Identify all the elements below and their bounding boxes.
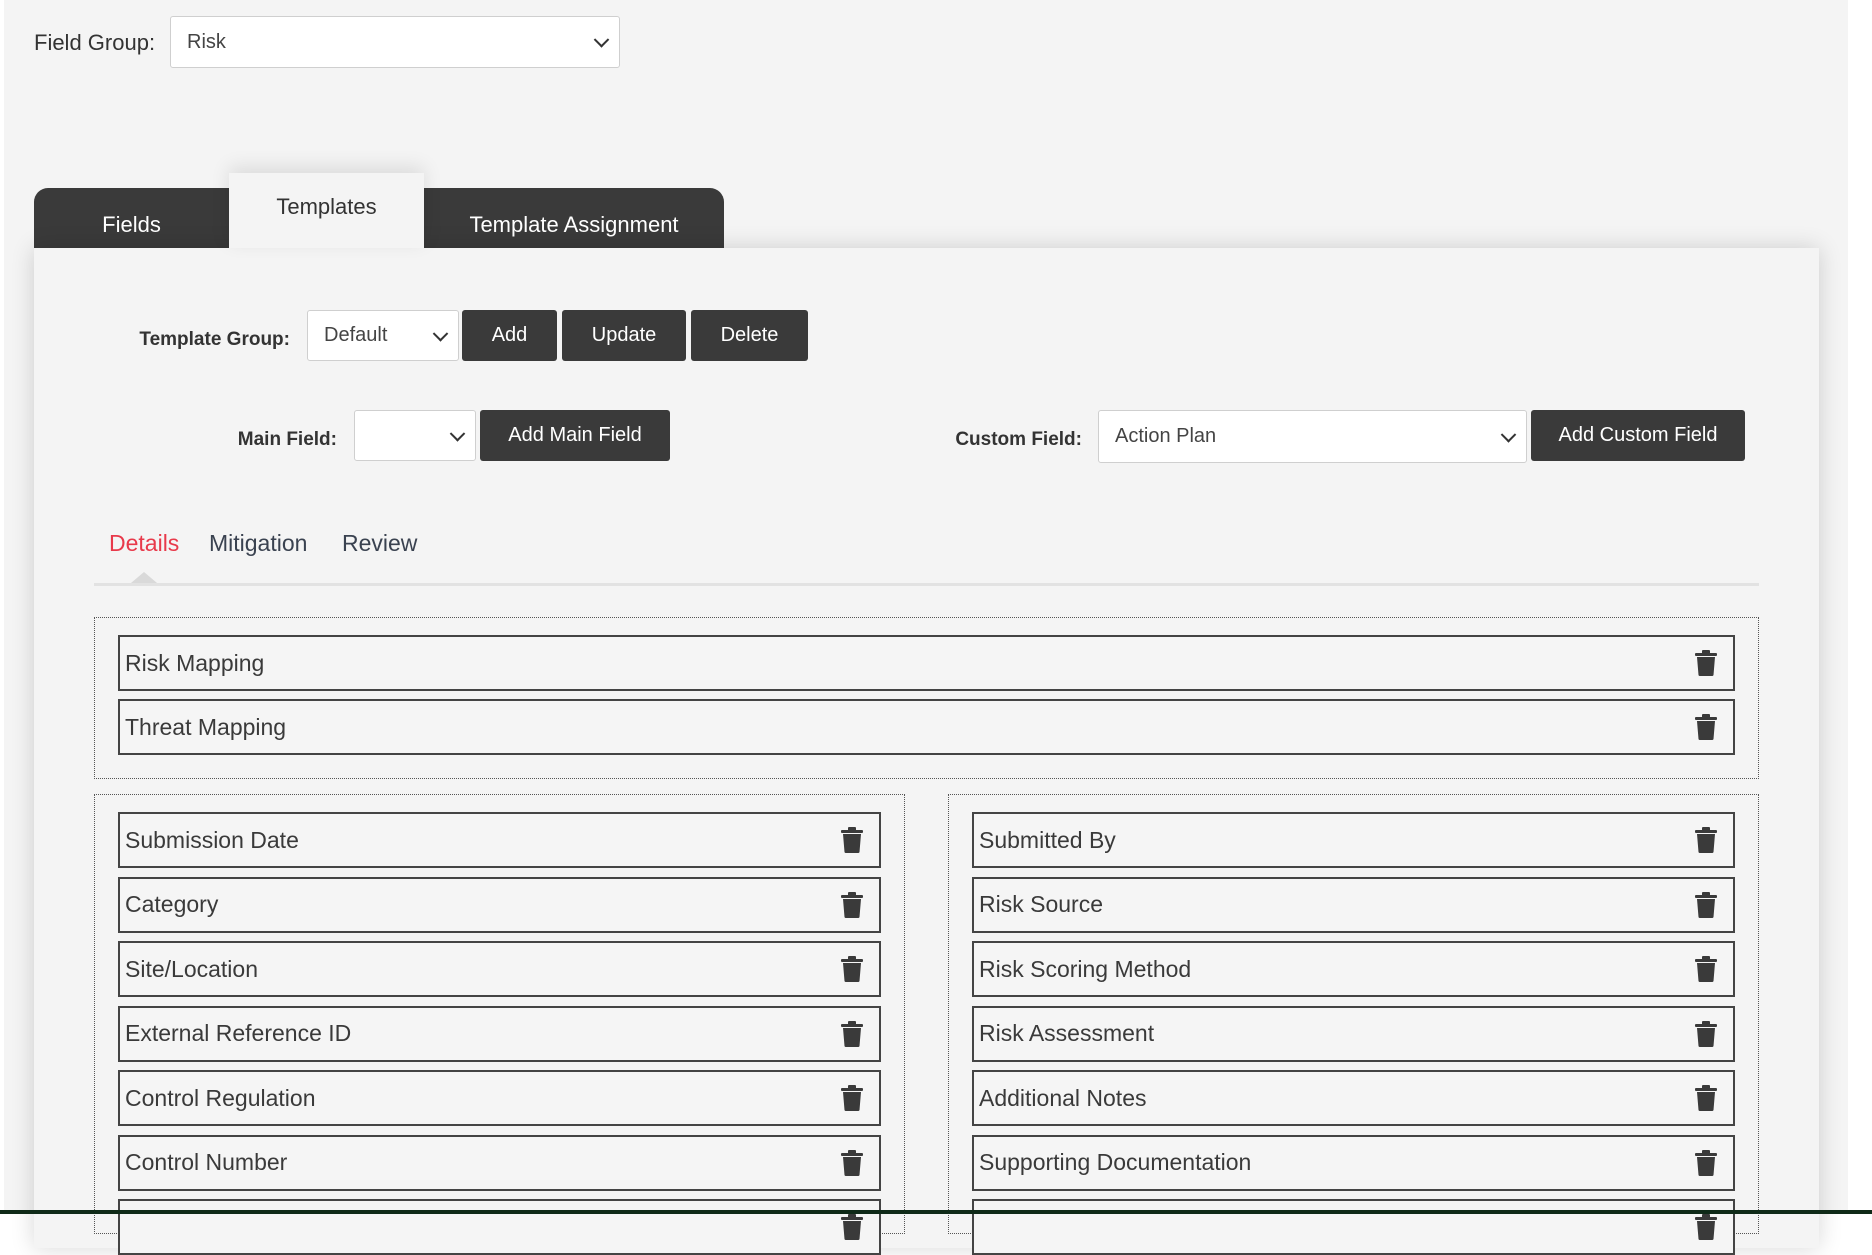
field-row[interactable]: External Reference ID: [118, 1005, 881, 1062]
field-row-label: Risk Mapping: [125, 649, 265, 676]
field-row[interactable]: Additional Notes: [972, 1070, 1735, 1126]
trash-icon[interactable]: [1695, 1149, 1717, 1176]
field-row-label: Control Regulation: [125, 1084, 316, 1111]
field-row-label: Category: [125, 891, 219, 917]
trash-icon[interactable]: [1695, 714, 1717, 740]
field-row[interactable]: [972, 1199, 1735, 1255]
chevron-down-icon: [593, 32, 610, 48]
field-row[interactable]: Submitted By: [972, 812, 1735, 868]
tab-templates[interactable]: Templates: [229, 173, 424, 248]
tab-fields[interactable]: Fields: [34, 188, 229, 248]
field-row-label: Additional Notes: [979, 1084, 1147, 1111]
custom-field-select[interactable]: Action Plan: [1098, 410, 1527, 463]
trash-icon[interactable]: [841, 1214, 863, 1240]
trash-icon[interactable]: [841, 1020, 863, 1047]
custom-field-label: Custom Field:: [955, 429, 1082, 450]
subtab-mitigation[interactable]: Mitigation: [209, 530, 307, 557]
field-row-label: Risk Source: [979, 891, 1103, 917]
chevron-down-icon: [449, 425, 466, 442]
chevron-down-icon: [1500, 426, 1517, 443]
field-row[interactable]: Risk Source: [972, 876, 1735, 933]
field-row[interactable]: Risk Assessment: [972, 1005, 1735, 1062]
trash-icon[interactable]: [1695, 1085, 1717, 1111]
field-row-label: Risk Scoring Method: [979, 955, 1192, 982]
field-group-label: Field Group:: [34, 30, 156, 55]
template-group-label: Template Group:: [139, 329, 290, 350]
add-main-field-button[interactable]: Add Main Field: [480, 410, 670, 461]
field-row-label: Control Number: [125, 1149, 288, 1175]
field-row-label: Submission Date: [125, 826, 299, 853]
field-row-label: External Reference ID: [125, 1020, 352, 1046]
add-template-button[interactable]: Add: [462, 310, 557, 361]
trash-icon[interactable]: [1695, 1020, 1717, 1047]
custom-field-select-value: Action Plan: [1115, 425, 1217, 447]
add-custom-field-button[interactable]: Add Custom Field: [1531, 410, 1745, 461]
subtab-underline: [94, 583, 1759, 586]
field-row[interactable]: Risk Mapping: [118, 635, 1735, 691]
field-row-label: Supporting Documentation: [979, 1149, 1252, 1175]
tab-fields-label: Fields: [102, 212, 161, 237]
trash-icon[interactable]: [1695, 827, 1717, 853]
active-subtab-indicator: [131, 572, 157, 583]
field-row[interactable]: Risk Scoring Method: [972, 941, 1735, 997]
field-row-label: Submitted By: [979, 826, 1116, 853]
field-row[interactable]: Control Regulation: [118, 1070, 881, 1126]
trash-icon[interactable]: [841, 1149, 863, 1176]
field-group-select[interactable]: Risk: [170, 16, 620, 68]
trash-icon[interactable]: [841, 827, 863, 853]
field-row[interactable]: Control Number: [118, 1134, 881, 1191]
trash-icon[interactable]: [841, 891, 863, 918]
field-row-label: Site/Location: [125, 955, 258, 982]
field-row-label: Risk Assessment: [979, 1020, 1155, 1046]
trash-icon[interactable]: [841, 956, 863, 982]
trash-icon[interactable]: [1695, 956, 1717, 982]
field-row[interactable]: Supporting Documentation: [972, 1134, 1735, 1191]
trash-icon[interactable]: [1695, 1214, 1717, 1240]
subtab-review[interactable]: Review: [342, 530, 417, 557]
template-group-select-value: Default: [324, 324, 388, 346]
tab-templates-label: Templates: [276, 193, 377, 219]
trash-icon[interactable]: [841, 1085, 863, 1111]
field-row[interactable]: Submission Date: [118, 812, 881, 868]
subtab-details[interactable]: Details: [109, 530, 179, 557]
tab-template-assignment[interactable]: Template Assignment: [424, 188, 724, 248]
update-template-button[interactable]: Update: [562, 310, 686, 361]
template-group-select[interactable]: Default: [307, 310, 459, 361]
delete-template-button[interactable]: Delete: [691, 310, 808, 361]
field-row[interactable]: Site/Location: [118, 941, 881, 997]
chevron-down-icon: [432, 325, 449, 342]
tab-template-assignment-label: Template Assignment: [469, 212, 679, 237]
trash-icon[interactable]: [1695, 650, 1717, 676]
field-group-select-value: Risk: [187, 30, 226, 53]
field-row[interactable]: [118, 1199, 881, 1255]
main-field-label: Main Field:: [237, 429, 337, 450]
field-row-label: Threat Mapping: [125, 713, 287, 740]
trash-icon[interactable]: [1695, 891, 1717, 918]
field-row[interactable]: Category: [118, 876, 881, 933]
main-field-select[interactable]: [354, 410, 476, 461]
field-row[interactable]: Threat Mapping: [118, 699, 1735, 755]
window-bottom-edge: [0, 1210, 1872, 1214]
